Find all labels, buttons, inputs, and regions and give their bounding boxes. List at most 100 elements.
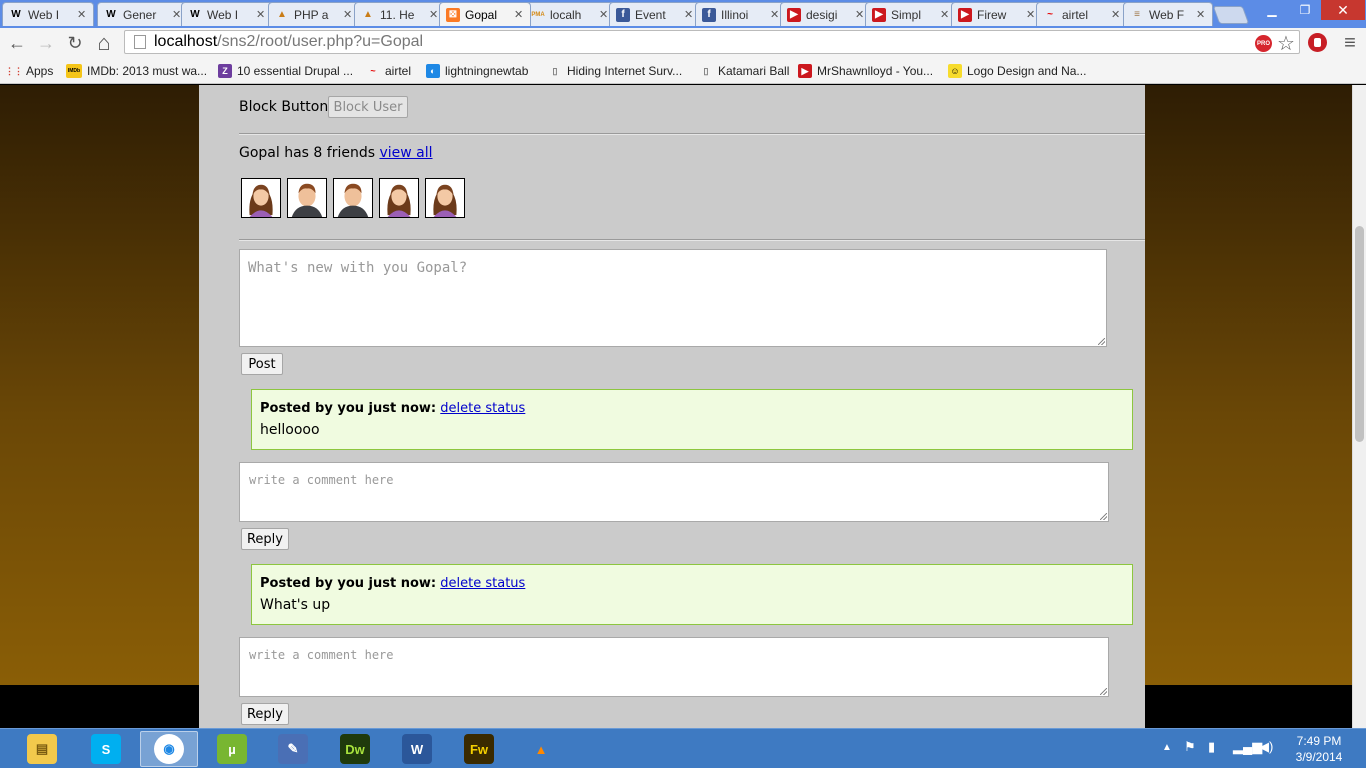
view-all-friends-link[interactable]: view all [379,145,432,161]
taskbar-button[interactable]: ◉ [140,731,198,767]
page-scrollbar[interactable] [1352,85,1366,728]
resize-grip-icon[interactable] [1100,513,1107,520]
clock-date: 3/9/2014 [1295,750,1343,764]
taskbar-button[interactable]: W [388,731,446,767]
delete-status-link[interactable]: delete status [440,401,525,416]
scrollbar-thumb[interactable] [1355,226,1364,442]
udemy-icon: ▲ [277,9,287,20]
friend-avatar[interactable] [241,178,281,218]
taskbar-button[interactable]: S [77,731,135,767]
close-tab-icon[interactable]: ✕ [855,8,865,21]
restore-window-icon[interactable]: ❐ [1290,0,1320,20]
home-button[interactable]: ⌂ [92,30,116,55]
close-tab-icon[interactable]: ✕ [684,8,694,21]
tab-8[interactable]: f Illinoi ✕ [695,2,787,26]
youtube-icon: ▶ [958,7,972,22]
friends-summary: Gopal has 8 friends view all [239,145,433,161]
adblock-icon[interactable] [1308,33,1327,52]
close-tab-icon[interactable]: ✕ [77,8,87,21]
bookmark-star-icon[interactable]: ☆ [1274,31,1298,55]
bookmark-item[interactable]: ▯ Katamari Ball [699,62,790,80]
tab-9[interactable]: ▶ desigi ✕ [780,2,872,26]
close-tab-icon[interactable]: ✕ [514,8,524,21]
reload-button[interactable]: ↻ [63,31,87,55]
tab-7[interactable]: f Event ✕ [609,2,701,26]
bookmark-item[interactable]: ◐ lightningnewtab [426,62,528,80]
taskbar-button[interactable]: ▲ [512,731,570,767]
tab-13[interactable]: ≡ Web F ✕ [1123,2,1213,26]
tab-1[interactable]: W Gener ✕ [97,2,189,26]
close-tab-icon[interactable]: ✕ [599,8,609,21]
system-clock[interactable]: 7:49 PM 3/9/2014 [1288,733,1350,765]
tab-12[interactable]: ~ airtel ✕ [1036,2,1128,26]
close-tab-icon[interactable]: ✕ [1026,8,1036,21]
bookmark-item[interactable]: ▯ Hiding Internet Surv... [548,62,683,80]
vlc-icon: ▲ [534,741,548,757]
phpmyadmin-icon: PMA [531,11,545,18]
status-textarea[interactable]: What's new with you Gopal? [239,249,1107,347]
tab-11[interactable]: ▶ Firew ✕ [951,2,1043,26]
power-icon[interactable]: ▮ [1208,739,1215,755]
bookmark-item[interactable]: ▶ MrShawnlloyd - You... [798,62,933,80]
tab-title: localh [550,7,582,22]
reply-button[interactable]: Reply [241,528,289,550]
xampp-icon: ⊠ [446,7,460,22]
forward-button[interactable]: → [34,31,58,55]
taskbar-button[interactable]: Dw [326,731,384,767]
close-tab-icon[interactable]: ✕ [770,8,780,21]
friend-avatar[interactable] [333,178,373,218]
bookmark-label: MrShawnlloyd - You... [817,64,934,78]
pro-extension-icon[interactable]: PRO [1255,35,1272,52]
taskbar-button[interactable]: ▤ [13,731,71,767]
friend-avatar[interactable] [425,178,465,218]
taskbar-button[interactable]: Fw [450,731,508,767]
back-button[interactable]: ← [5,31,29,55]
action-center-flag-icon[interactable]: ⚑ [1184,739,1196,755]
network-signal-icon[interactable]: ▂▄▆ [1233,739,1262,755]
new-tab-button[interactable] [1212,6,1250,24]
tab-4[interactable]: ▲ 11. He ✕ [354,2,446,26]
bookmark-item[interactable]: ⋮⋮ Apps [5,62,53,80]
tab-3[interactable]: ▲ PHP a ✕ [268,2,360,26]
bookmark-item[interactable]: ☺ Logo Design and Na... [948,62,1086,80]
close-tab-icon[interactable]: ✕ [940,8,950,21]
wikipedia-icon: W [190,9,200,20]
minimize-window-icon[interactable]: ▁ [1257,0,1287,20]
friend-avatar[interactable] [379,178,419,218]
close-tab-icon[interactable]: ✕ [1196,8,1206,21]
browser-tab-strip: W Web I ✕ W Gener ✕ W Web I ✕ ▲ PHP a ✕ ▲ 11. He ✕ ⊠ Gop… [0,0,1366,28]
tab-0[interactable]: W Web I ✕ [2,2,94,26]
bookmark-label: Hiding Internet Surv... [567,64,683,78]
close-tab-icon[interactable]: ✕ [256,8,266,21]
close-tab-icon[interactable]: ✕ [1111,8,1121,21]
tab-2[interactable]: W Web I ✕ [181,2,273,26]
lightning-icon: ◐ [426,64,440,78]
post-button[interactable]: Post [241,353,283,375]
close-tab-icon[interactable]: ✕ [343,8,353,21]
friend-avatar[interactable] [287,178,327,218]
volume-icon[interactable]: ◀) [1259,739,1273,755]
tab-6[interactable]: PMA localh ✕ [524,2,616,26]
chrome-menu-icon[interactable]: ≡ [1338,31,1362,55]
resize-grip-icon[interactable] [1100,688,1107,695]
url-host: localhost [154,33,218,50]
status-text: What's up [260,597,331,613]
taskbar-button[interactable]: ✎ [264,731,322,767]
comment-textarea[interactable]: write a comment here [239,462,1109,522]
close-tab-icon[interactable]: ✕ [429,8,439,21]
z-site-icon: Z [218,64,232,78]
close-window-icon[interactable]: ✕ [1321,0,1365,20]
reply-button[interactable]: Reply [241,703,289,725]
block-user-button[interactable]: Block User [328,96,408,118]
address-bar[interactable]: localhost/sns2/root/user.php?u=Gopal [124,30,1300,54]
taskbar-button[interactable]: µ [203,731,261,767]
show-hidden-icons-icon[interactable]: ▲ [1162,742,1172,753]
tab-10[interactable]: ▶ Simpl ✕ [865,2,957,26]
bookmark-item[interactable]: Z 10 essential Drupal ... [218,62,353,80]
resize-grip-icon[interactable] [1098,338,1105,345]
bookmark-item[interactable]: ~ airtel [366,62,411,80]
delete-status-link[interactable]: delete status [440,576,525,591]
tab-5[interactable]: ⊠ Gopal ✕ [439,2,531,26]
comment-textarea[interactable]: write a comment here [239,637,1109,697]
bookmark-item[interactable]: IMDb IMDb: 2013 must wa... [66,62,207,80]
